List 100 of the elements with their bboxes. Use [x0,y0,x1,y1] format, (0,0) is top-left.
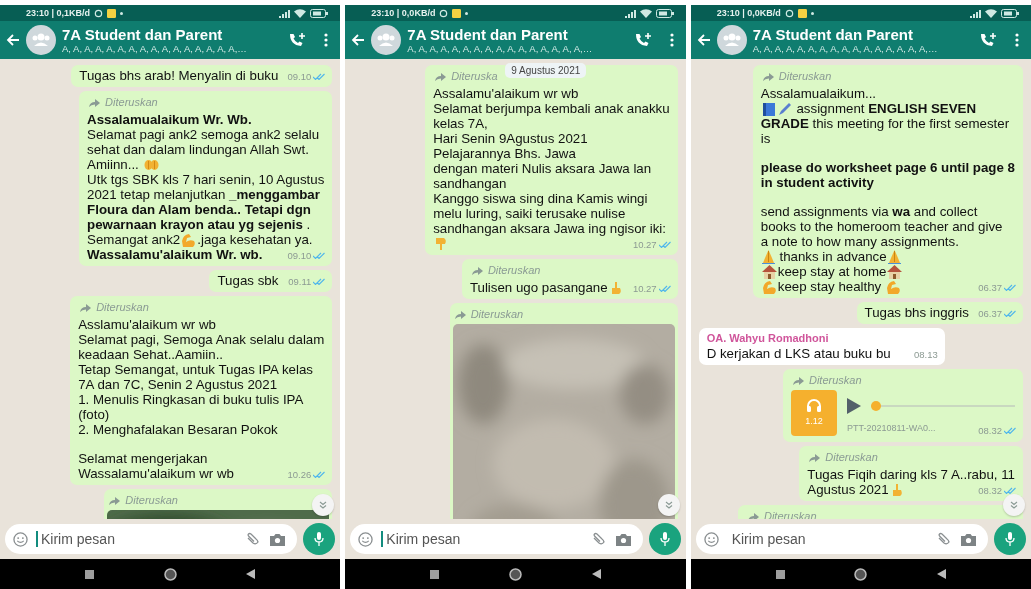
message-bubble[interactable] [425,65,678,255]
message-bubble[interactable]: Diteruskan 1.12 PTT-20210811-WA0... 08.32 [783,369,1023,442]
message-text: Tugas bhs inggris [864,305,969,320]
home-icon[interactable] [508,567,522,581]
back-nav-icon[interactable] [246,569,256,579]
status-time: 23:10 | 0,0KB/d [371,8,436,18]
message-text: keep stay at home [777,264,887,279]
signal-icon [623,8,636,18]
message-bubble[interactable]: Diteruskan [449,303,678,519]
back-nav-icon[interactable] [591,569,601,579]
forwarded-label: Diteruskan [96,300,149,315]
message-text: a note to how many assignments. [760,234,959,249]
group-avatar-icon[interactable] [26,25,56,55]
back-icon[interactable] [351,33,366,47]
forward-icon [748,512,759,519]
notification-icon [452,8,462,18]
home-icon[interactable] [163,567,177,581]
message-text: Utk tgs SBK kls 7 hari senin, 10 Agustus [87,172,325,187]
house-icon [887,264,903,279]
message-bubble[interactable] [752,65,1023,298]
message-text: Tugas Fiqih daring kls 7 A..rabu, 11 [807,467,1015,482]
add-call-icon[interactable] [288,32,307,48]
message-text: GRADE this meeting for the first semester [760,116,1010,131]
recent-apps-icon[interactable] [430,569,440,579]
recent-apps-icon[interactable] [84,569,94,579]
voice-record-button[interactable] [648,523,681,555]
message-text: Assalamualaikum... [760,86,877,101]
emoji-icon[interactable] [703,531,719,547]
message-text: sehat dan dalam lindungan Allah Swt. [87,142,309,157]
sender-name[interactable]: OA. Wahyu Romadhoni [706,331,937,346]
message-text: 2021 tetap melanjutkan _menggambar [87,187,320,202]
message-text: Semangat ank2 [87,232,181,247]
message-bubble[interactable]: Tugas sbk 09.11 [209,270,333,292]
camera-icon[interactable] [961,532,976,546]
message-bubble[interactable]: Diteruskan [104,489,333,519]
add-call-icon[interactable] [633,32,652,48]
book-icon [761,101,776,116]
message-text: Wassalamu'alaikum Wr. wb. [87,247,263,262]
home-icon[interactable] [854,567,868,581]
message-text: (foto) [78,407,110,422]
message-text: Agustus 2021 [807,482,889,497]
read-ticks-icon [313,471,326,478]
group-avatar-icon[interactable] [371,25,402,55]
message-text: Tugas bhs arab! Menyalin di buku [79,68,279,83]
message-bubble[interactable] [79,91,333,266]
emoji-icon[interactable] [13,531,28,547]
message-time: 08.32 [978,424,1002,438]
sync-icon [784,8,794,18]
flexed-arm-icon [761,279,777,294]
forwarded-label: Diteruskan [125,493,178,508]
voice-record-button[interactable] [303,523,336,555]
message-text: .jaga kesehatan ya. [197,232,313,247]
forward-icon [471,266,483,275]
message-time: 09.11 [288,275,312,289]
message-text: D kerjakan d LKS atau buku bu [706,346,891,361]
message-text: keep stay healthy [777,279,883,294]
add-call-icon[interactable] [979,32,997,48]
message-text: send assignments via wa and collect [760,204,978,219]
read-ticks-icon [1004,427,1016,434]
message-text: Assalamualaikum Wr. Wb. [87,112,252,127]
camera-icon[interactable] [615,532,631,546]
play-icon[interactable] [847,398,861,414]
more-options-icon[interactable] [669,33,674,47]
forwarded-label: Diteruska [451,69,498,84]
recent-apps-icon[interactable] [775,569,785,579]
message-composer[interactable]: Kirim pesan [695,524,988,554]
camera-icon[interactable] [270,532,286,546]
message-text: books to the homeroom teacher and give [760,219,1003,234]
group-avatar-icon[interactable] [716,25,747,55]
message-composer[interactable]: Kirim pesan [5,524,298,554]
sync-icon [439,8,449,18]
message-bubble[interactable]: Tugas bhs arab! Menyalin di buku 09.10 [71,65,333,87]
dot-icon [810,11,814,15]
chat-title[interactable]: 7A Student dan Parent [62,26,283,43]
battery-icon [1001,8,1019,18]
message-bubble[interactable]: Diteruskan Tugas Fiqih daring kls 7 A..rabu, 11 Agustus 2021 08.32 [799,446,1023,501]
back-nav-icon[interactable] [937,569,947,579]
message-text: Wassalamu'alaikum wr wb [78,466,234,481]
message-text: Selamat pagi ank2 semoga ank2 selalu [87,127,320,142]
chat-title[interactable]: 7A Student dan Parent [752,26,973,43]
message-text: Asslamu'alaikum wr wb [78,317,216,332]
emoji-icon[interactable] [358,531,374,547]
more-options-icon[interactable] [1015,33,1019,47]
forward-icon [89,98,101,107]
message-bubble[interactable] [70,296,333,485]
forwarded-label: Diteruskan [470,307,524,322]
voice-record-button[interactable] [994,523,1026,555]
message-bubble[interactable]: Tugas bhs inggris 06.37 [856,302,1023,324]
message-bubble[interactable]: OA. Wahyu Romadhoni D kerjakan d LKS atau buku bu 08.13 [698,328,945,365]
message-bubble[interactable]: Diteruskan Tulisen ugo pasangane 10.27 [461,259,678,299]
back-icon[interactable] [696,33,711,47]
back-icon[interactable] [6,33,20,47]
message-text: 1. Menulis Ringkasan di buku tulis IPA [78,392,304,407]
audio-progress-thumb[interactable] [871,401,881,411]
message-composer[interactable]: Kirim pesan [350,524,643,554]
forwarded-label: Diteruskan [809,373,862,388]
more-options-icon[interactable] [324,33,329,47]
double-chevron-icon [319,501,328,509]
message-text: Tugas sbk [217,273,279,288]
chat-title[interactable]: 7A Student dan Parent [407,26,628,43]
